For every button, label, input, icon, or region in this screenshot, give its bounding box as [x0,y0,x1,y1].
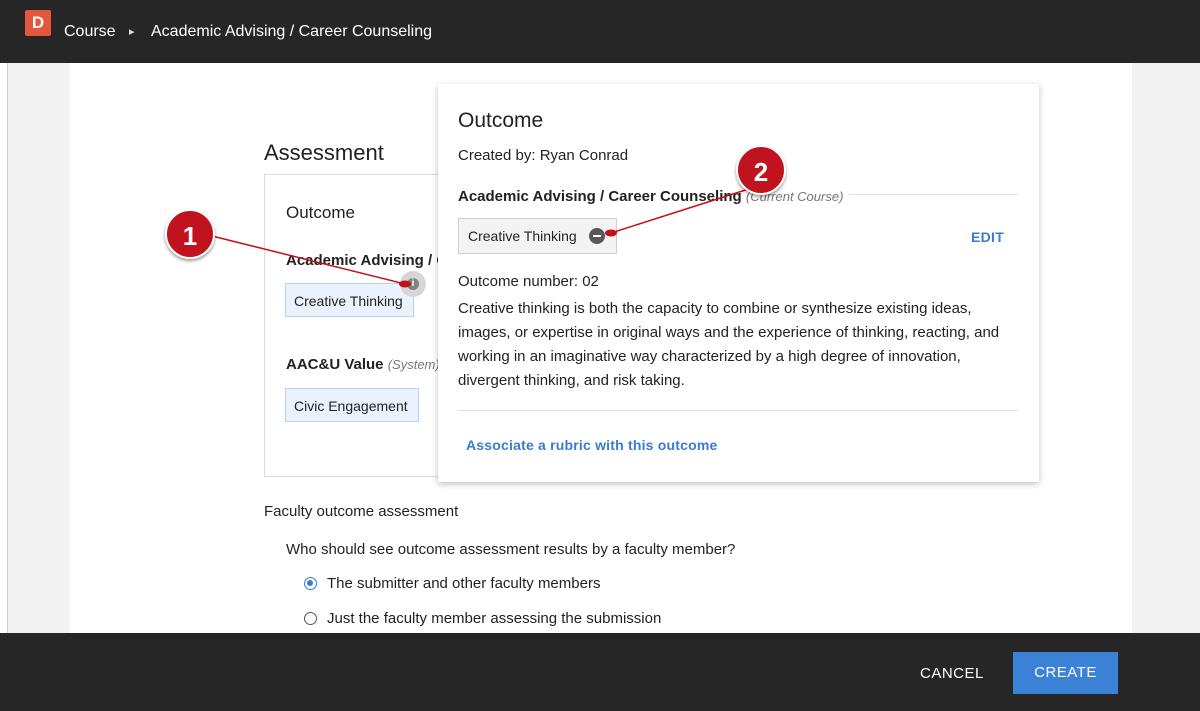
associate-rubric-link[interactable]: Associate a rubric with this outcome [466,437,717,453]
radio-label-just-faculty[interactable]: Just the faculty member assessing the su… [327,610,661,627]
popover-title: Outcome [458,109,544,132]
info-glyph: i [411,278,415,289]
edit-button[interactable]: EDIT [971,229,1004,245]
card-outcome-heading: Outcome [286,203,355,222]
popover-created-by: Created by: Ryan Conrad [458,147,629,164]
callout-badge-2: 2 [736,145,786,195]
popover-group-label: Academic Advising / Career Counseling [458,188,742,205]
top-bar: D Course ▸ Academic Advising / Career Co… [0,0,1200,63]
radio-label-submitter-and-faculty[interactable]: The submitter and other faculty members [327,575,600,592]
faculty-assessment-title: Faculty outcome assessment [264,503,459,520]
faculty-question: Who should see outcome assessment result… [286,541,736,558]
assessment-title: Assessment [264,140,384,165]
card-aacu-label: AAC&U Value (System) [286,356,438,373]
breadcrumb-course[interactable]: Course [64,23,116,41]
aacu-system-tag: (System) [387,357,438,372]
info-icon[interactable]: i [400,271,426,297]
cancel-button[interactable]: CANCEL [920,665,984,682]
app-logo[interactable]: D [25,10,51,36]
outcome-chip-civic-engagement[interactable]: Civic Engagement [285,388,419,422]
popover-group: Academic Advising / Career Counseling (C… [458,188,850,205]
outcome-description: Creative thinking is both the capacity t… [458,300,1000,389]
breadcrumb-chevron-icon: ▸ [129,26,135,38]
breadcrumb-current: Academic Advising / Career Counseling [151,23,433,40]
outcome-number: Outcome number: 02 [458,273,599,290]
aacu-label: AAC&U Value [286,356,384,373]
outcome-chip-creative-thinking[interactable]: Creative Thinking [285,283,414,317]
popover-divider-bottom [458,410,1018,411]
left-edge-panel [0,63,8,633]
radio-submitter-and-faculty[interactable] [304,577,317,590]
card-group-label: Academic Advising / Career Counseling [286,252,438,269]
create-button[interactable]: CREATE [1013,652,1118,694]
radio-just-faculty[interactable] [304,612,317,625]
remove-icon[interactable] [589,228,605,244]
callout-badge-1: 1 [165,209,215,259]
